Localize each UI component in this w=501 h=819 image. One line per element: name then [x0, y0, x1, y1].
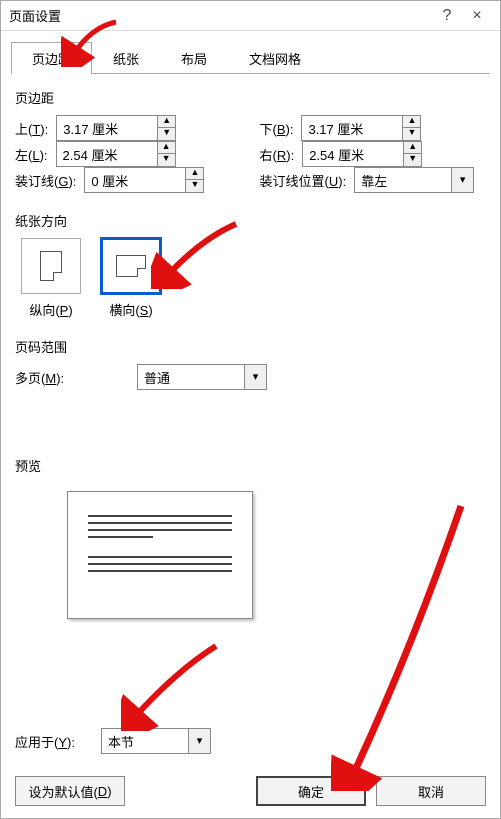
label-left: 左(L):: [15, 145, 48, 164]
input-bottom[interactable]: [302, 121, 402, 136]
ok-button[interactable]: 确定: [256, 776, 366, 806]
portrait-label: 纵向(P): [21, 300, 81, 319]
spin-left[interactable]: ▲▼: [56, 141, 176, 167]
tab-paper[interactable]: 纸张: [92, 42, 160, 74]
spin-down-icon[interactable]: ▼: [158, 154, 175, 166]
spin-gutter[interactable]: ▲▼: [84, 167, 204, 193]
titlebar: 页面设置 ? ×: [1, 1, 500, 31]
close-button[interactable]: ×: [462, 7, 492, 25]
dialog-title: 页面设置: [9, 6, 432, 25]
label-right: 右(R):: [260, 145, 295, 164]
spin-down-icon[interactable]: ▼: [403, 128, 420, 140]
spin-down-icon[interactable]: ▼: [186, 180, 203, 192]
orientation-landscape[interactable]: 横向(S): [101, 238, 161, 319]
chevron-down-icon[interactable]: ▾: [451, 168, 473, 192]
orientation-heading: 纸张方向: [15, 211, 486, 230]
margins-section: 页边距 上(T): ▲▼ 下(B): ▲▼ 左(L):: [1, 74, 500, 197]
input-top[interactable]: [57, 121, 157, 136]
page-setup-dialog: 页面设置 ? × 页边距 纸张 布局 文档网格 页边距 上(T): ▲▼ 下(B…: [0, 0, 501, 819]
select-apply[interactable]: ▾: [101, 728, 211, 754]
input-right[interactable]: [303, 147, 403, 162]
landscape-page-icon: [116, 255, 146, 277]
apply-section: 应用于(Y): ▾: [1, 714, 500, 764]
input-multi[interactable]: [138, 370, 244, 385]
pages-section: 页码范围 多页(M): ▾: [1, 323, 500, 400]
input-gutter[interactable]: [85, 173, 185, 188]
input-apply[interactable]: [102, 734, 188, 749]
help-button[interactable]: ?: [432, 7, 462, 25]
cancel-button[interactable]: 取消: [376, 776, 486, 806]
spin-bottom[interactable]: ▲▼: [301, 115, 421, 141]
preview-page: [67, 491, 253, 619]
margins-heading: 页边距: [15, 88, 486, 107]
landscape-label: 横向(S): [101, 300, 161, 319]
chevron-down-icon[interactable]: ▾: [188, 729, 210, 753]
dialog-footer: 设为默认值(D) 确定 取消: [1, 776, 500, 806]
spin-down-icon[interactable]: ▼: [404, 154, 421, 166]
preview-heading: 预览: [15, 456, 486, 475]
set-default-button[interactable]: 设为默认值(D): [15, 776, 125, 806]
select-multi[interactable]: ▾: [137, 364, 267, 390]
preview-section: 预览: [1, 442, 500, 623]
label-gutter: 装订线(G):: [15, 171, 76, 190]
tab-grid[interactable]: 文档网格: [228, 42, 322, 74]
orientation-section: 纸张方向 纵向(P) 横向(S): [1, 197, 500, 323]
spin-down-icon[interactable]: ▼: [158, 128, 175, 140]
spin-top[interactable]: ▲▼: [56, 115, 176, 141]
label-bottom: 下(B):: [260, 119, 294, 138]
tab-margins[interactable]: 页边距: [11, 42, 92, 74]
pages-heading: 页码范围: [15, 337, 486, 356]
label-multi: 多页(M):: [15, 368, 93, 387]
chevron-down-icon[interactable]: ▾: [244, 365, 266, 389]
input-left[interactable]: [57, 147, 157, 162]
tab-layout[interactable]: 布局: [160, 42, 228, 74]
select-gutter-pos[interactable]: ▾: [354, 167, 474, 193]
label-top: 上(T):: [15, 119, 48, 138]
spin-right[interactable]: ▲▼: [302, 141, 422, 167]
tab-strip: 页边距 纸张 布局 文档网格: [11, 41, 490, 74]
input-gutter-pos[interactable]: [355, 173, 451, 188]
orientation-portrait[interactable]: 纵向(P): [21, 238, 81, 319]
label-gutter-pos: 装订线位置(U):: [260, 171, 347, 190]
label-apply: 应用于(Y):: [15, 732, 93, 751]
portrait-page-icon: [40, 251, 62, 281]
